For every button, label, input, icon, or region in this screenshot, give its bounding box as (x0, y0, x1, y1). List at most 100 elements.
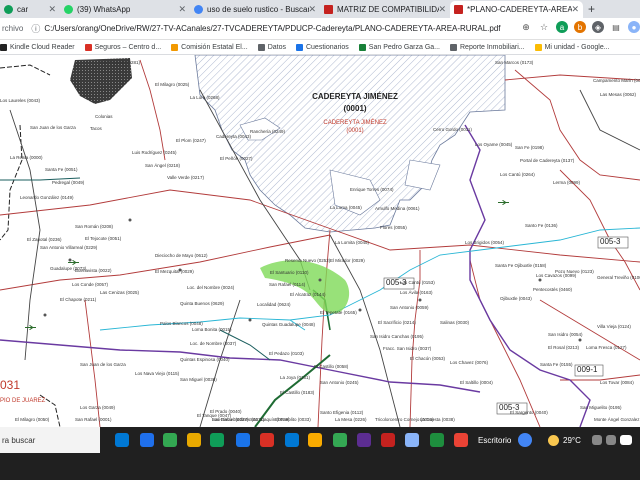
tab-whatsapp[interactable]: (39) WhatsApp ✕ (60, 1, 190, 18)
info-icon[interactable]: ⓘ (31, 22, 40, 35)
bookmark-datos[interactable]: Datos (257, 43, 286, 51)
place-label: San Fe (0198) (515, 145, 544, 150)
powerpoint-icon[interactable] (308, 433, 322, 447)
taskbar: ra buscar Escritorio 29°C (0, 427, 640, 480)
place-label: Las Cenizas (0025) (100, 290, 140, 295)
place-label: La Cuesta (0038) (420, 417, 455, 422)
extension-a-icon[interactable]: a (556, 21, 568, 33)
acrobat-icon[interactable] (381, 433, 395, 447)
bookmark-mi-unidad[interactable]: Mi unidad - Google... (534, 43, 610, 51)
bookmark-kindle[interactable]: Kindle Cloud Reader (0, 43, 75, 51)
place-label: La Lomita (0045) (335, 240, 370, 245)
document-icon (450, 43, 457, 51)
store-icon[interactable] (210, 433, 224, 447)
place-label: Loc. de Nombre (0037) (190, 341, 237, 346)
place-label: San Miguelito (0195) (580, 405, 622, 410)
bookmark-comision[interactable]: Comisión Estatal El... (171, 43, 248, 51)
place-label: La Loro (0268) (190, 95, 220, 100)
bookmark-san-pedro[interactable]: San Pedro Garza Ga... (358, 43, 440, 51)
bing-icon (194, 5, 203, 14)
place-label: Monte Ángel Gonzalez (0229) (594, 417, 640, 422)
excel-icon[interactable] (333, 433, 347, 447)
place-label: Colonias (95, 114, 113, 119)
place-label: San Román (0208) (75, 224, 114, 229)
place-label: Arnulfo Medina (0061) (375, 206, 420, 211)
close-icon[interactable]: ✕ (48, 4, 56, 15)
close-icon[interactable]: ✕ (308, 4, 316, 15)
place-label: El Sargento (0040) (510, 410, 548, 415)
zone-code: (0001) (343, 104, 367, 113)
tab-search[interactable]: uso de suelo rustico - Buscar ✕ (190, 1, 320, 18)
place-label: San Antonio Villarreal (0229) (40, 245, 98, 250)
desktop-label[interactable]: Escritorio (478, 436, 511, 445)
app-icon-red[interactable] (260, 433, 274, 447)
place-label: El Rosal (0213) (548, 345, 580, 350)
place-label: San Juan de los Garza (80, 362, 126, 367)
mail-icon[interactable] (236, 433, 250, 447)
place-label: El Castillo (0058) (314, 364, 349, 369)
place-label: El Plom (0247) (176, 138, 206, 143)
new-tab-button[interactable]: + (588, 2, 595, 16)
edge-icon[interactable] (140, 433, 154, 447)
place-label: Santa Fe (0051) (45, 167, 78, 172)
taskview-icon[interactable] (115, 433, 129, 447)
extensions-icon[interactable]: ◈ (592, 21, 604, 33)
weather-temp[interactable]: 29°C (563, 436, 581, 445)
notification-icon[interactable] (518, 433, 532, 447)
place-label: San Isidro Canchas (0195) (370, 334, 424, 339)
place-label: El Mirador (0029) (330, 258, 365, 263)
extension-b-icon[interactable]: b (574, 21, 586, 33)
place-label: San Isidro (0054) (548, 332, 583, 337)
url-field[interactable]: C:/Users/orang/OneDrive/RW/27-TV-ACanale… (44, 24, 500, 33)
place-label: Loma Fresca (0127) (586, 345, 627, 350)
pdf-icon (324, 5, 333, 14)
taskbar-search[interactable]: ra buscar (0, 427, 100, 453)
app-icon-orange[interactable] (454, 433, 468, 447)
zone-code-red: (0001) (346, 128, 364, 134)
bookmark-cuestionarios[interactable]: Cuestionarios (295, 43, 349, 51)
place-label: Buenavista (0022) (75, 268, 112, 273)
close-icon[interactable]: ✕ (178, 4, 186, 15)
place-label: Quintas Espinosa (0040) (180, 357, 230, 362)
chrome-icon[interactable] (163, 433, 177, 447)
place-label: Los Oyame (0045) (475, 142, 513, 147)
place-label: Los Cantú (0153) (400, 280, 435, 285)
tab-plano-active[interactable]: *PLANO-CADEREYTA-AREA-RURAL ✕ (450, 1, 583, 18)
place-label: Reserva Nuevo (0252) (285, 258, 331, 263)
place-label: San Antonio (0059) (390, 305, 429, 310)
bookmark-reporte[interactable]: Reporte Inmobiliari... (450, 43, 525, 51)
place-label: Cerro Gordo (0011) (433, 127, 472, 132)
tab-label: (39) WhatsApp (77, 5, 131, 14)
word-icon[interactable] (285, 433, 299, 447)
chrome-alt-icon[interactable] (430, 433, 444, 447)
road-label: 009-1 (577, 365, 598, 374)
collections-icon[interactable]: ▤ (610, 21, 622, 33)
volume-icon[interactable] (606, 435, 616, 445)
zoom-icon[interactable]: ⊕ (520, 21, 532, 33)
photos-icon[interactable] (405, 433, 419, 447)
place-label: El Mezquital (0029) (155, 269, 194, 274)
teams-icon[interactable] (357, 433, 371, 447)
place-label: Salinas (0030) (440, 320, 470, 325)
place-label: Los Elizondo (0281) (100, 60, 141, 65)
tab-matriz[interactable]: MATRIZ DE COMPATIBILIDAD DE U ✕ (320, 1, 450, 18)
close-icon[interactable]: ✕ (571, 4, 579, 15)
weather-sun-icon (548, 435, 559, 446)
star-icon[interactable]: ☆ (538, 21, 550, 33)
place-label: Los Conde (0057) (72, 282, 109, 287)
place-label: Valle Verde (0217) (167, 175, 204, 180)
file-explorer-icon[interactable] (187, 433, 201, 447)
bookmark-seguros[interactable]: Seguros – Centro d... (84, 43, 161, 51)
pdf-map-viewer[interactable]: CADEREYTA JIMÉNEZ (0001) CADEREYTA JIMÉN… (0, 55, 640, 427)
profile-avatar[interactable]: ● (628, 21, 640, 33)
zone-title-red: CADEREYTA JIMÉNEZ (323, 120, 387, 126)
place-label: Loma Bonita (0015) (192, 327, 232, 332)
network-icon[interactable] (592, 435, 602, 445)
close-icon[interactable]: ✕ (438, 4, 446, 15)
place-label: Portal de Cadereyta (0137) (520, 158, 575, 163)
tab-0[interactable]: car ✕ (0, 1, 60, 18)
place-label: El Chapote (0211) (60, 297, 97, 302)
action-center-icon[interactable] (620, 435, 632, 445)
comision-icon (171, 43, 179, 51)
tab-label: *PLANO-CADEREYTA-AREA-RURAL (467, 5, 572, 14)
